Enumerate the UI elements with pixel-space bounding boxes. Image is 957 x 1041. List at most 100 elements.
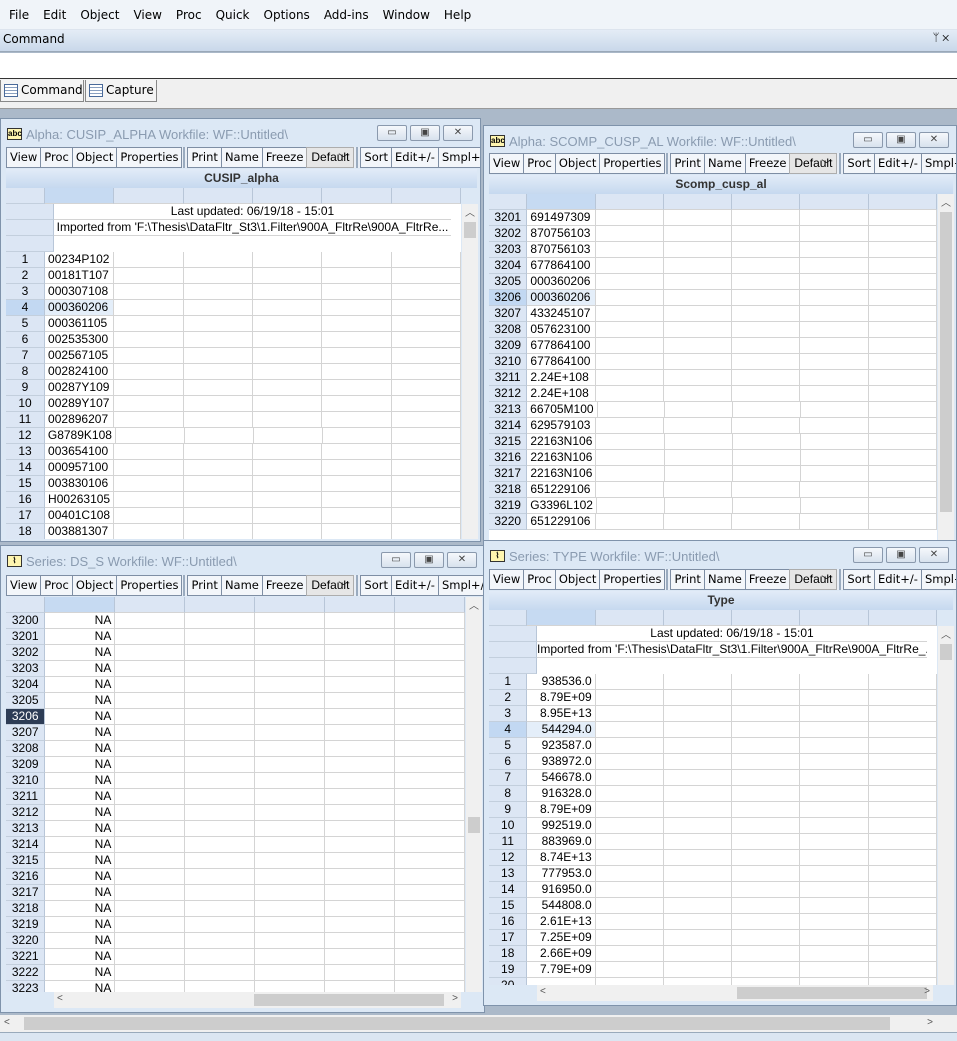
cell-value[interactable]: NA — [45, 741, 116, 757]
empty-cell[interactable] — [253, 460, 323, 476]
smpl-button[interactable]: Smpl+/- — [437, 575, 484, 596]
column-header[interactable] — [595, 194, 664, 210]
view-button[interactable]: View — [6, 147, 42, 168]
cell-value[interactable]: NA — [45, 869, 116, 885]
table-row[interactable]: 3218 651229106 — [489, 482, 937, 498]
empty-cell[interactable] — [595, 898, 664, 914]
empty-cell[interactable] — [596, 450, 665, 466]
edit-button[interactable]: Edit+/- — [874, 569, 922, 590]
empty-cell[interactable] — [664, 978, 733, 985]
column-header[interactable] — [253, 188, 323, 204]
empty-cell[interactable] — [663, 914, 733, 930]
empty-cell[interactable] — [868, 754, 937, 770]
print-button[interactable]: Print — [670, 153, 705, 174]
empty-cell[interactable] — [595, 338, 664, 354]
empty-cell[interactable] — [183, 492, 254, 508]
empty-cell[interactable] — [663, 754, 733, 770]
empty-cell[interactable] — [115, 613, 186, 629]
empty-cell[interactable] — [663, 322, 733, 338]
empty-cell[interactable] — [800, 418, 869, 434]
table-row[interactable]: 4 000360206 — [6, 300, 461, 316]
empty-cell[interactable] — [325, 613, 396, 629]
empty-cell[interactable] — [115, 677, 186, 693]
cell-value[interactable]: 002824100 — [45, 364, 115, 380]
empty-cell[interactable] — [732, 690, 801, 706]
empty-cell[interactable] — [325, 965, 396, 981]
table-row[interactable]: 3200 NA — [6, 613, 465, 629]
table-row[interactable]: 3219 G3396L102 — [489, 498, 937, 514]
empty-cell[interactable] — [395, 661, 465, 677]
empty-cell[interactable] — [255, 901, 326, 917]
empty-cell[interactable] — [253, 476, 323, 492]
cell-value[interactable]: NA — [45, 901, 116, 917]
proc-button[interactable]: Proc — [40, 147, 73, 168]
empty-cell[interactable] — [322, 316, 392, 332]
table-row[interactable]: 3214 629579103 — [489, 418, 937, 434]
empty-cell[interactable] — [395, 981, 465, 992]
table-row[interactable]: 7 002567105 — [6, 348, 461, 364]
empty-cell[interactable] — [325, 933, 396, 949]
empty-cell[interactable] — [869, 402, 937, 418]
table-row[interactable]: 3 8.95E+13 — [489, 706, 937, 722]
empty-cell[interactable] — [595, 770, 664, 786]
cell-value[interactable]: 8.79E+09 — [527, 802, 596, 818]
empty-cell[interactable] — [322, 524, 392, 539]
cell-value[interactable]: NA — [45, 981, 116, 992]
empty-cell[interactable] — [115, 757, 186, 773]
empty-cell[interactable] — [800, 802, 869, 818]
empty-cell[interactable] — [868, 914, 937, 930]
table-row[interactable]: 5 000361105 — [6, 316, 461, 332]
table-row[interactable]: 3217 22163N106 — [489, 466, 937, 482]
empty-cell[interactable] — [392, 524, 461, 539]
empty-cell[interactable] — [395, 613, 465, 629]
empty-cell[interactable] — [325, 869, 396, 885]
menu-edit[interactable]: Edit — [36, 8, 73, 22]
empty-cell[interactable] — [869, 978, 937, 985]
table-row[interactable]: 12 8.74E+13 — [489, 850, 937, 866]
view-button[interactable]: View — [489, 153, 525, 174]
maximize-button[interactable]: ▣ — [886, 132, 916, 148]
empty-cell[interactable] — [732, 770, 801, 786]
empty-cell[interactable] — [663, 850, 733, 866]
empty-cell[interactable] — [255, 933, 326, 949]
empty-cell[interactable] — [800, 946, 869, 962]
empty-cell[interactable] — [732, 930, 801, 946]
table-row[interactable]: 3215 22163N106 — [489, 434, 937, 450]
table-row[interactable]: 3222 NA — [6, 965, 465, 981]
empty-cell[interactable] — [325, 693, 396, 709]
close-button[interactable]: ✕ — [919, 547, 949, 563]
cell-value[interactable]: 8.95E+13 — [527, 706, 596, 722]
empty-cell[interactable] — [183, 396, 254, 412]
table-row[interactable]: 3213 66705M100 — [489, 402, 937, 418]
empty-cell[interactable] — [868, 802, 937, 818]
empty-cell[interactable] — [325, 789, 396, 805]
empty-cell[interactable] — [595, 274, 664, 290]
empty-cell[interactable] — [325, 981, 396, 992]
table-row[interactable]: 9 00287Y109 — [6, 380, 461, 396]
empty-cell[interactable] — [391, 428, 461, 444]
cell-value[interactable]: 7.25E+09 — [527, 930, 596, 946]
column-header[interactable] — [868, 610, 937, 626]
empty-cell[interactable] — [868, 674, 937, 690]
empty-cell[interactable] — [255, 869, 326, 885]
empty-cell[interactable] — [868, 786, 937, 802]
empty-cell[interactable] — [255, 805, 326, 821]
table-row[interactable]: 3210 NA — [6, 773, 465, 789]
empty-cell[interactable] — [395, 789, 465, 805]
column-header[interactable] — [732, 610, 801, 626]
empty-cell[interactable] — [868, 258, 937, 274]
empty-cell[interactable] — [732, 354, 801, 370]
cell-value[interactable]: 66705M100 — [527, 402, 598, 418]
empty-cell[interactable] — [183, 444, 254, 460]
cell-value[interactable]: NA — [45, 837, 116, 853]
empty-cell[interactable] — [395, 805, 465, 821]
empty-cell[interactable] — [663, 210, 733, 226]
empty-cell[interactable] — [185, 709, 256, 725]
maximize-button[interactable]: ▣ — [414, 552, 444, 568]
properties-button[interactable]: Properties — [599, 569, 666, 590]
empty-cell[interactable] — [114, 252, 184, 268]
table-row[interactable]: 11 883969.0 — [489, 834, 937, 850]
cell-value[interactable]: 00289Y107 — [45, 396, 115, 412]
empty-cell[interactable] — [322, 268, 392, 284]
empty-cell[interactable] — [114, 508, 184, 524]
